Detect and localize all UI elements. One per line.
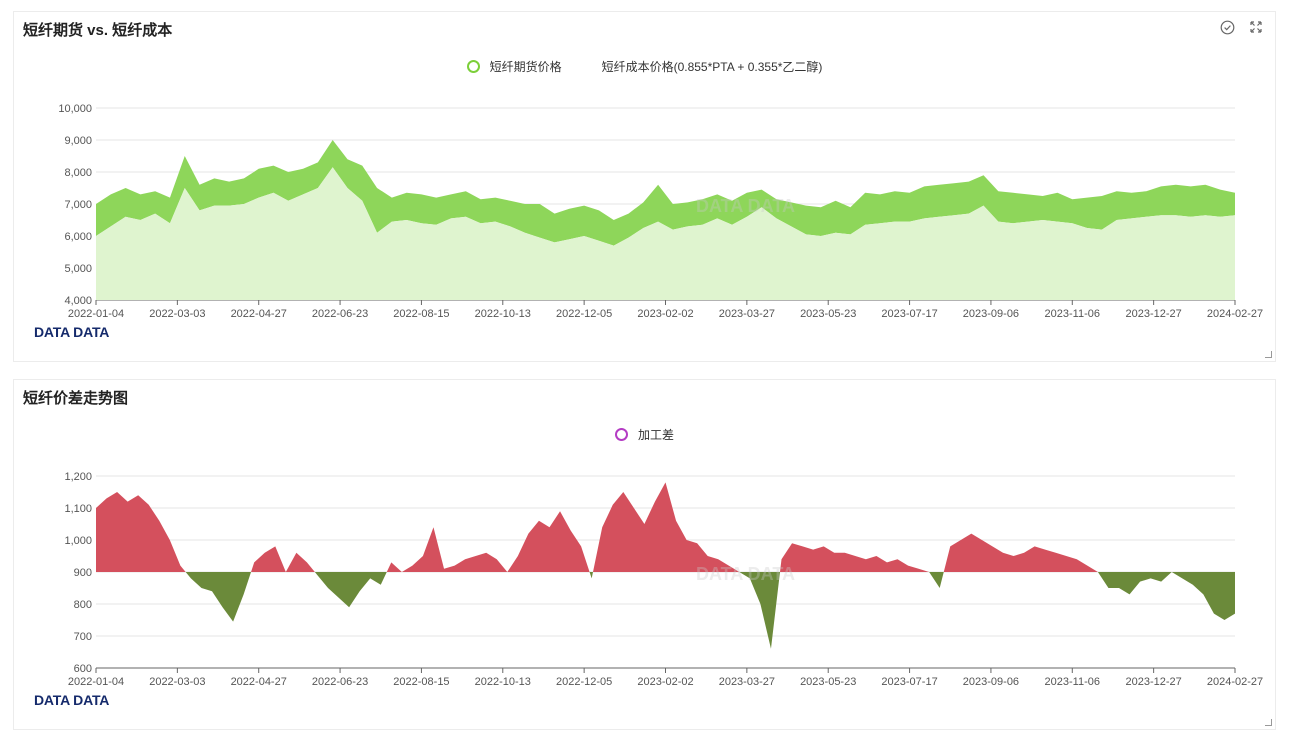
x-tick-label: 2022-06-23 (312, 676, 368, 688)
x-tick-label: 2023-03-27 (719, 308, 775, 320)
x-tick-label: 2022-12-05 (556, 676, 612, 688)
x-tick-label: 2023-05-23 (800, 676, 856, 688)
y-tick-label: 1,200 (64, 471, 92, 483)
spread-area-positive (96, 482, 1235, 572)
x-tick-label: 2023-09-06 (963, 308, 1019, 320)
x-tick-label: 2023-05-23 (800, 308, 856, 320)
x-tick-label: 2023-02-02 (637, 308, 693, 320)
x-tick-label: 2023-09-06 (963, 676, 1019, 688)
watermark: DATA DATA (696, 564, 795, 584)
futures-vs-cost-panel: 短纤期货 vs. 短纤成本 短纤期货价格 短纤成本价格(0.855*PTA + … (13, 11, 1276, 362)
x-tick-label: 2022-01-04 (68, 308, 124, 320)
x-tick-label: 2022-08-15 (393, 676, 449, 688)
x-tick-label: 2022-12-05 (556, 308, 612, 320)
x-tick-label: 2022-06-23 (312, 308, 368, 320)
y-tick-label: 7,000 (64, 199, 92, 211)
x-tick-label: 2022-03-03 (149, 676, 205, 688)
x-tick-label: 2024-02-27 (1207, 308, 1263, 320)
resize-handle[interactable] (1265, 719, 1272, 726)
y-tick-label: 900 (74, 567, 92, 579)
x-tick-label: 2023-07-17 (881, 308, 937, 320)
brand-logo: DATA DATA (34, 324, 110, 340)
resize-handle[interactable] (1265, 351, 1272, 358)
spread-panel: 短纤价差走势图 加工差 600 700 800 900 1,000 1,100 1,200 2… (13, 379, 1276, 730)
x-tick-label: 2022-04-27 (231, 676, 287, 688)
brand-logo: DATA DATA (34, 692, 110, 708)
x-tick-label: 2023-11-06 (1045, 676, 1100, 688)
y-tick-label: 4,000 (64, 295, 92, 307)
x-tick-label: 2023-12-27 (1126, 308, 1182, 320)
x-tick-label: 2023-03-27 (719, 676, 775, 688)
x-tick-label: 2022-08-15 (393, 308, 449, 320)
x-tick-label: 2023-11-06 (1045, 308, 1100, 320)
y-tick-label: 8,000 (64, 167, 92, 179)
futures-cost-chart: 4,000 5,000 6,000 7,000 8,000 9,000 10,000 2022… (58, 103, 1263, 320)
x-tick-label: 2024-02-27 (1207, 676, 1263, 688)
x-tick-label: 2022-10-13 (475, 308, 531, 320)
x-tick-label: 2023-12-27 (1126, 676, 1182, 688)
y-tick-label: 600 (74, 663, 92, 675)
y-tick-label: 9,000 (64, 135, 92, 147)
y-tick-label: 1,000 (64, 535, 92, 547)
y-tick-label: 5,000 (64, 263, 92, 275)
x-tick-label: 2022-10-13 (475, 676, 531, 688)
x-tick-label: 2022-04-27 (231, 308, 287, 320)
y-tick-label: 700 (74, 631, 92, 643)
x-tick-label: 2023-07-17 (881, 676, 937, 688)
y-tick-label: 1,100 (64, 503, 92, 515)
x-tick-label: 2022-03-03 (149, 308, 205, 320)
y-tick-label: 6,000 (64, 231, 92, 243)
watermark: DATA DATA (696, 196, 795, 216)
y-tick-label: 800 (74, 599, 92, 611)
y-tick-label: 10,000 (58, 103, 92, 115)
x-tick-label: 2022-01-04 (68, 676, 124, 688)
x-tick-label: 2023-02-02 (637, 676, 693, 688)
spread-chart: 600 700 800 900 1,000 1,100 1,200 2022-01-04 202… (64, 471, 1263, 688)
